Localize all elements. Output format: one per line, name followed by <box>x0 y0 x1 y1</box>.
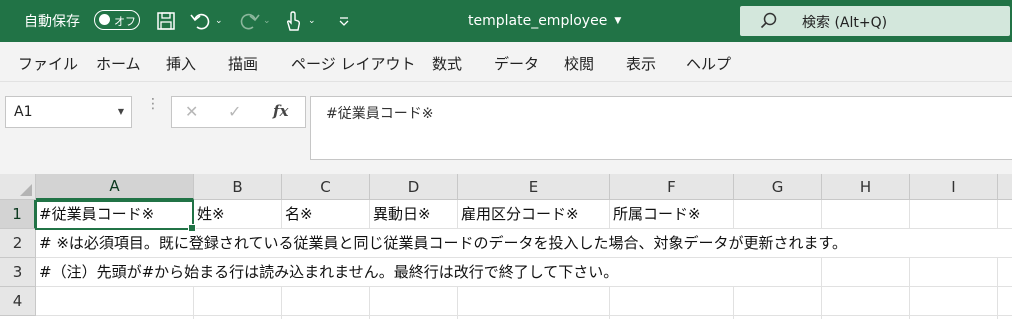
tab-draw[interactable]: 描画 <box>228 53 258 74</box>
row-header-2[interactable]: 2 <box>0 229 36 258</box>
gridline <box>997 200 998 319</box>
cell-a3[interactable]: #（注）先頭が#から始まる行は読み込まれません。最終行は改行で終了して下さい。 <box>36 258 736 286</box>
column-header-g[interactable]: G <box>734 174 822 200</box>
tab-data[interactable]: データ <box>494 53 539 74</box>
formula-bar-resize-handle[interactable]: ⋮ <box>146 97 160 111</box>
column-header-b[interactable]: B <box>194 174 282 200</box>
search-box[interactable]: 検索 (Alt+Q) <box>740 6 1010 36</box>
column-header-f[interactable]: F <box>610 174 734 200</box>
fill-handle[interactable] <box>188 224 196 232</box>
redo-button[interactable]: ⌄ <box>238 0 271 42</box>
tab-help[interactable]: ヘルプ <box>686 53 731 74</box>
column-header-partial[interactable] <box>998 174 1012 200</box>
cell-e1[interactable]: 雇用区分コード※ <box>458 200 579 228</box>
touch-mode-dropdown-icon[interactable]: ⌄ <box>308 16 316 26</box>
autosave-toggle[interactable]: オフ <box>94 10 140 30</box>
gridline <box>821 200 822 319</box>
formula-bar-area: A1 ▼ ⋮ ✕ ✓ fx #従業員コード※ <box>0 82 1012 174</box>
column-header-e[interactable]: E <box>458 174 610 200</box>
autosave-label: 自動保存 <box>24 14 80 30</box>
formula-text: #従業員コード※ <box>326 106 434 122</box>
customize-qat-icon <box>339 17 349 26</box>
title-bar: 自動保存 オフ ⌄ ⌄ ⌄ template_employee ▼ 検索 (Al… <box>0 0 1012 42</box>
chevron-down-icon[interactable]: ▼ <box>118 107 124 116</box>
formula-bar-buttons: ✕ ✓ fx <box>171 96 306 128</box>
cell-a2[interactable]: # ※は必須項目。既に登録されている従業員と同じ従業員コードのデータを投入した場… <box>36 229 1012 257</box>
search-icon <box>760 12 777 29</box>
tab-insert[interactable]: 挿入 <box>166 53 196 74</box>
toggle-knob <box>99 14 110 25</box>
enter-icon[interactable]: ✓ <box>228 102 241 121</box>
cancel-icon[interactable]: ✕ <box>185 102 198 121</box>
customize-qat-button[interactable] <box>338 0 350 42</box>
name-box-value: A1 <box>14 104 33 120</box>
tab-file[interactable]: ファイル <box>18 53 78 74</box>
cell-f1[interactable]: 所属コード※ <box>610 200 701 228</box>
search-placeholder: 検索 (Alt+Q) <box>802 15 888 31</box>
tab-view[interactable]: 表示 <box>626 53 656 74</box>
tab-page-layout[interactable]: ページ レイアウト <box>291 53 415 74</box>
touch-mode-button[interactable]: ⌄ <box>284 0 316 42</box>
name-box[interactable]: A1 ▼ <box>5 96 132 128</box>
active-cell-selection[interactable] <box>35 200 196 232</box>
column-header-a[interactable]: A <box>36 174 194 200</box>
cell-b1[interactable]: 姓※ <box>194 200 225 228</box>
insert-function-icon[interactable]: fx <box>273 102 288 120</box>
ribbon-tabs: ファイル ホーム 挿入 描画 ページ レイアウト 数式 データ 校閲 表示 ヘル… <box>0 42 1012 82</box>
undo-dropdown-icon[interactable]: ⌄ <box>215 16 223 26</box>
undo-icon <box>190 13 210 30</box>
row-header-4[interactable]: 4 <box>0 287 36 316</box>
tab-formulas[interactable]: 数式 <box>432 53 462 74</box>
tab-review[interactable]: 校閲 <box>564 53 594 74</box>
redo-dropdown-icon: ⌄ <box>263 16 271 26</box>
column-header-c[interactable]: C <box>282 174 370 200</box>
tab-home[interactable]: ホーム <box>96 53 141 74</box>
worksheet-grid: A B C D E F G H I 1 2 3 4 #従業員コード※ 姓※ 名※… <box>0 174 1012 319</box>
column-header-d[interactable]: D <box>370 174 458 200</box>
document-title-text: template_employee <box>468 13 608 29</box>
cell-c1[interactable]: 名※ <box>282 200 313 228</box>
document-title[interactable]: template_employee ▼ <box>468 0 621 42</box>
save-button[interactable] <box>156 0 176 42</box>
select-all-icon <box>20 184 32 196</box>
gridline <box>36 315 1012 316</box>
gridline <box>909 200 910 319</box>
row-header-1[interactable]: 1 <box>0 200 36 229</box>
gridline <box>36 286 1012 287</box>
touch-mode-icon <box>286 11 301 31</box>
row-header-3[interactable]: 3 <box>0 258 36 287</box>
cell-d1[interactable]: 異動日※ <box>370 200 431 228</box>
redo-icon <box>240 13 260 30</box>
column-header-h[interactable]: H <box>822 174 910 200</box>
chevron-down-icon: ▼ <box>614 16 622 26</box>
undo-button[interactable]: ⌄ <box>190 0 223 42</box>
autosave-state: オフ <box>114 15 136 28</box>
save-icon <box>157 12 175 30</box>
column-header-i[interactable]: I <box>910 174 998 200</box>
select-all-button[interactable] <box>0 174 36 200</box>
formula-input[interactable]: #従業員コード※ <box>310 96 1012 160</box>
